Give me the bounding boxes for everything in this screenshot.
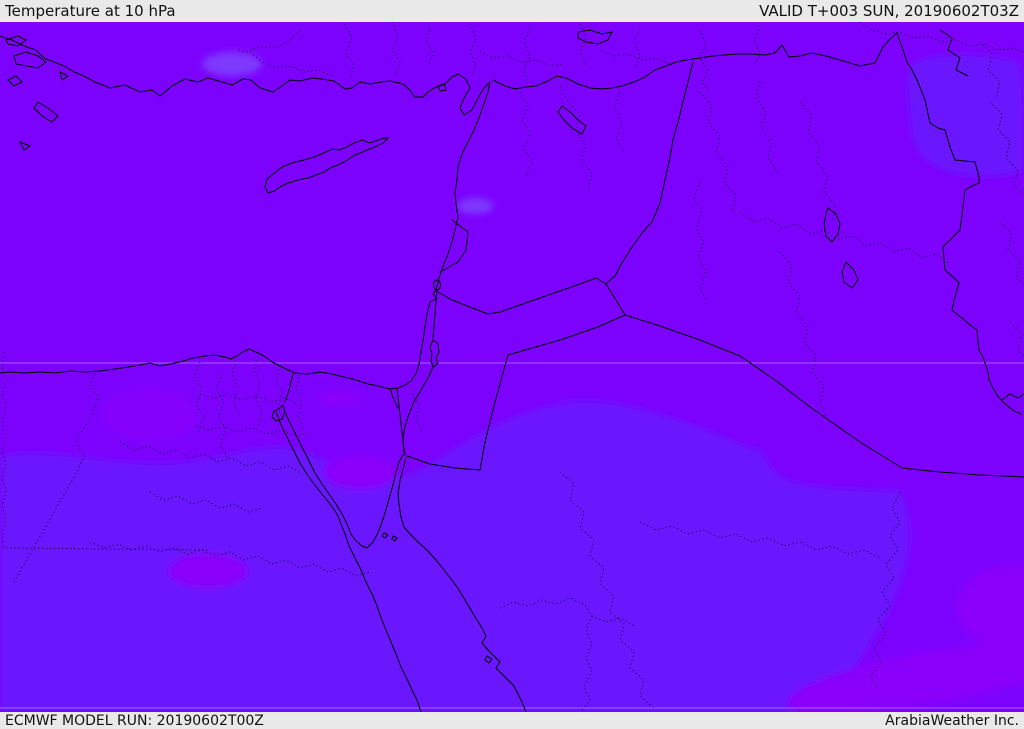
- model-run-label: ECMWF MODEL RUN: 20190602T00Z: [5, 712, 264, 729]
- field-warm-spot-suez: [316, 391, 364, 405]
- map-canvas: [0, 22, 1024, 712]
- footer-bar: ECMWF MODEL RUN: 20190602T00Z ArabiaWeat…: [0, 712, 1024, 729]
- field-cold-spot-north: [202, 52, 262, 76]
- credit-label: ArabiaWeather Inc.: [885, 712, 1019, 729]
- dead-sea: [429, 339, 440, 368]
- temperature-field: [0, 22, 1024, 712]
- field-warm-spot-nile: [168, 554, 248, 588]
- field-warm-spot-delta-west: [104, 388, 196, 440]
- field-cool-northeast-patch: [907, 53, 1024, 177]
- weather-map: [0, 22, 1024, 712]
- page-title: Temperature at 10 hPa: [5, 2, 176, 20]
- header-bar: Temperature at 10 hPa VALID T+003 SUN, 2…: [0, 0, 1024, 22]
- valid-time-label: VALID T+003 SUN, 20190602T03Z: [759, 2, 1019, 20]
- weather-map-window: Temperature at 10 hPa VALID T+003 SUN, 2…: [0, 0, 1024, 729]
- field-cold-spot-levant: [457, 198, 493, 214]
- field-warm-spot-sinai: [324, 455, 396, 489]
